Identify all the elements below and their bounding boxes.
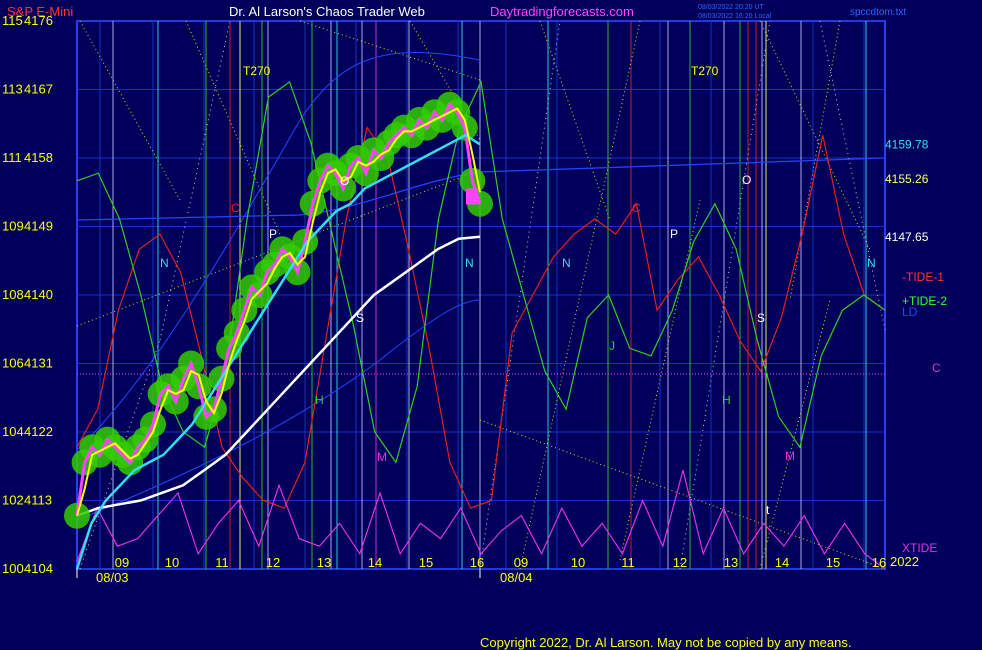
y-tide-label: 111 (2, 150, 22, 165)
y-price-label: 4149 (24, 219, 53, 234)
x-date-label: 08/03 (96, 570, 129, 585)
cycle-marker-label: N (562, 256, 571, 270)
y-price-label: 4140 (24, 287, 53, 302)
chaos-trader-chart: S&P E-Mini Dr. Al Larson's Chaos Trader … (0, 0, 982, 650)
x-hour-label: 16 (872, 555, 886, 570)
site-label: Daytradingforecasts.com (490, 4, 634, 19)
tide-label: -TIDE-1 (902, 270, 944, 284)
timestamp-local: 08/03/2022 16:20 Local (698, 13, 772, 20)
y-tide-label: 115 (2, 13, 23, 28)
cycle-marker-label: M (377, 450, 387, 464)
cycle-marker-label: H (315, 393, 324, 407)
cycle-marker-label: P (269, 227, 277, 241)
y-price-label: 4113 (24, 493, 52, 508)
y-tide-label: 100 (2, 561, 24, 576)
x-hour-label: 09 (514, 555, 528, 570)
right-value-label: 4147.65 (885, 230, 929, 244)
data-file-label: spccdtom.txt (850, 7, 906, 18)
cycle-marker-label: T270 (243, 64, 271, 78)
x-hour-label: 10 (165, 555, 179, 570)
y-price-label: 4176 (24, 13, 53, 28)
y-tide-label: 106 (2, 356, 24, 371)
copyright-notice: Copyright 2022, Dr. Al Larson. May not b… (480, 635, 851, 650)
y-tide-label: 104 (2, 424, 24, 439)
x-hour-label: 12 (673, 555, 687, 570)
chart-title: Dr. Al Larson's Chaos Trader Web (229, 4, 425, 19)
y-tide-label: 108 (2, 287, 24, 302)
cycle-marker-label: N (867, 256, 876, 270)
cycle-marker-label: S (356, 311, 364, 325)
right-value-label: 4159.78 (885, 137, 929, 151)
y-price-label: 4131 (24, 356, 53, 371)
cycle-marker-label: C (632, 201, 641, 215)
cycle-marker-label: J (609, 339, 615, 353)
x-hour-label: 10 (571, 555, 585, 570)
timestamp-ut: 08/03/2022 20:20 UT (698, 4, 764, 11)
cycle-marker-label: N (465, 256, 474, 270)
y-price-label: 4122 (24, 424, 53, 439)
x-hour-label: 14 (775, 555, 789, 570)
x-hour-label: 15 (419, 555, 433, 570)
year-label: 2022 (890, 554, 919, 569)
right-value-label: 4155.26 (885, 172, 929, 186)
cycle-marker-label: H (722, 393, 731, 407)
tide-label: XTIDE (902, 541, 937, 555)
cycle-marker-label: M (785, 449, 795, 463)
x-hour-label: 14 (368, 555, 382, 570)
tide-label: LD (902, 305, 918, 319)
x-hour-label: 16 (470, 555, 484, 570)
y-tide-label: 113 (2, 82, 23, 97)
x-hour-label: 11 (215, 555, 229, 570)
x-hour-label: 13 (724, 555, 738, 570)
y-price-label: 4167 (24, 82, 53, 97)
x-hour-label: 12 (266, 555, 280, 570)
y-tide-label: 102 (2, 493, 24, 508)
x-hour-label: 11 (621, 555, 635, 570)
x-hour-label: 13 (317, 555, 331, 570)
cycle-marker-label: P (670, 227, 678, 241)
x-hour-label: 09 (115, 555, 129, 570)
cycle-marker-label: N (160, 256, 169, 270)
cycle-marker-label: C (231, 201, 240, 215)
last-price-marker (466, 188, 478, 205)
cycle-marker-label: O (742, 173, 751, 187)
x-hour-label: 15 (826, 555, 840, 570)
y-tide-label: 109 (2, 219, 24, 234)
y-price-label: 4104 (24, 561, 53, 576)
cycle-marker-label: O (340, 174, 349, 188)
x-date-label: 08/04 (500, 570, 533, 585)
cycle-marker-label: S (757, 311, 765, 325)
cycle-marker-label: T270 (691, 64, 719, 78)
y-price-label: 4158 (24, 150, 53, 165)
tide-label: C (932, 361, 941, 375)
